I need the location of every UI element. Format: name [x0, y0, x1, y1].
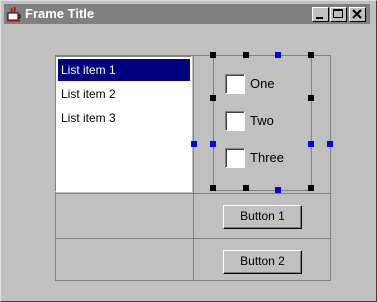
button-2[interactable]: Button 2: [223, 250, 302, 274]
resize-handle[interactable]: [191, 141, 197, 147]
button-1[interactable]: Button 1: [223, 205, 302, 229]
resize-handle[interactable]: [210, 95, 216, 101]
resize-handle[interactable]: [275, 52, 281, 58]
resize-handle[interactable]: [308, 52, 314, 58]
minimize-button[interactable]: [312, 7, 329, 22]
resize-handle[interactable]: [308, 141, 314, 147]
grid-line: [330, 55, 331, 281]
checkbox-label[interactable]: Two: [250, 111, 274, 131]
resize-handle[interactable]: [243, 52, 249, 58]
list-item[interactable]: List item 1: [58, 59, 190, 81]
maximize-icon: [333, 9, 343, 18]
item-list[interactable]: List item 1 List item 2 List item 3: [55, 56, 192, 192]
resize-handle[interactable]: [210, 141, 216, 147]
resize-handle[interactable]: [210, 52, 216, 58]
resize-handle[interactable]: [308, 185, 314, 191]
grid-line: [55, 238, 331, 239]
grid-line: [55, 193, 331, 194]
checkbox-label[interactable]: One: [250, 74, 275, 94]
checkbox-one[interactable]: [225, 74, 245, 94]
list-item[interactable]: List item 2: [58, 83, 190, 105]
checkbox-label[interactable]: Three: [250, 148, 284, 168]
resize-handle[interactable]: [308, 95, 314, 101]
resize-handle[interactable]: [210, 185, 216, 191]
resize-handle[interactable]: [327, 141, 333, 147]
minimize-icon: [316, 17, 323, 19]
grid-line: [193, 55, 194, 281]
maximize-button[interactable]: [330, 7, 347, 22]
resize-handle[interactable]: [275, 187, 281, 193]
close-button[interactable]: [349, 7, 366, 22]
java-cup-icon[interactable]: [6, 6, 22, 22]
checkbox-two[interactable]: [225, 111, 245, 131]
window-title: Frame Title: [25, 6, 95, 21]
checkbox-three[interactable]: [225, 148, 245, 168]
resize-handle[interactable]: [243, 185, 249, 191]
list-item[interactable]: List item 3: [58, 107, 190, 129]
close-icon: [352, 9, 362, 19]
